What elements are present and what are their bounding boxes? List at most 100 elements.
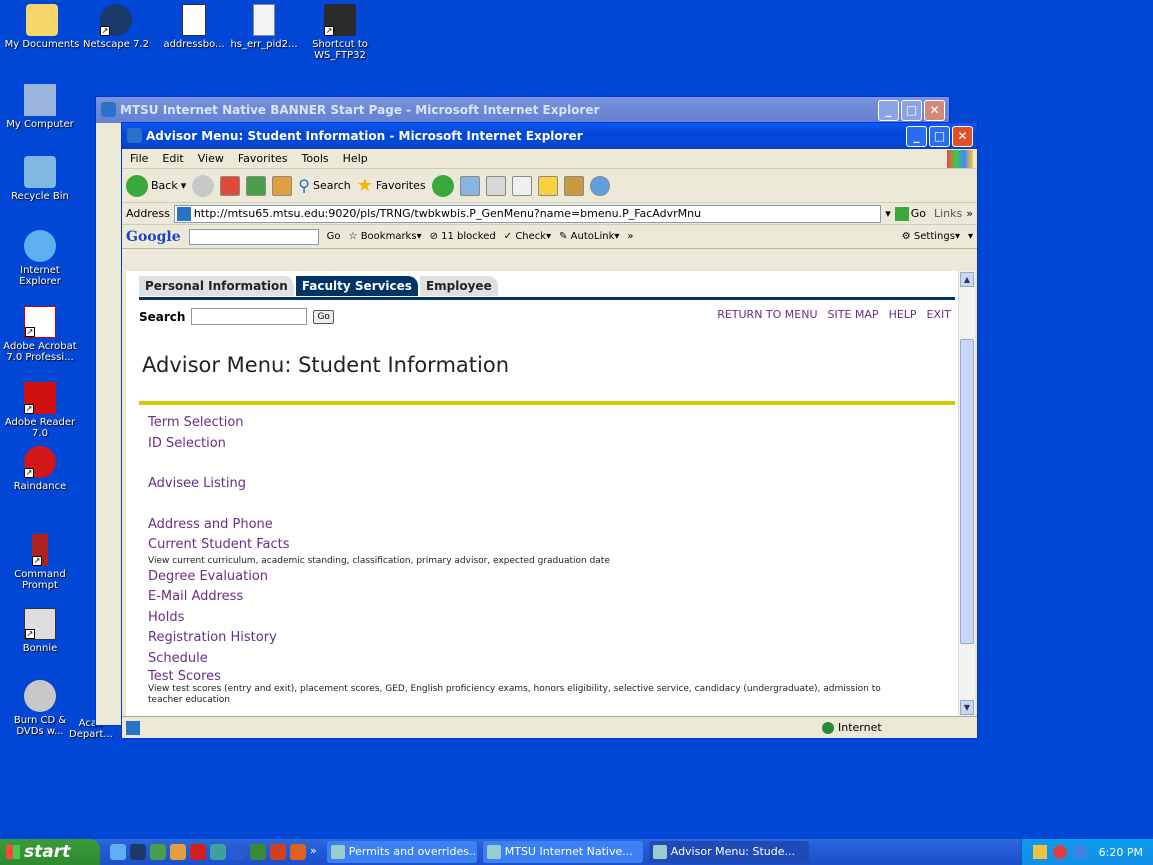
maximize-button[interactable]: □ — [929, 126, 950, 147]
google-bookmarks-button[interactable]: ☆ Bookmarks▾ — [349, 231, 422, 242]
network-tray-icon[interactable] — [1032, 845, 1047, 859]
tab-personal-information[interactable]: Personal Information — [139, 276, 294, 296]
search-input[interactable] — [191, 308, 308, 325]
desktop-icon-recycle-bin[interactable]: Recycle Bin — [0, 156, 80, 202]
browser-window[interactable]: Advisor Menu: Student Information - Micr… — [121, 122, 978, 739]
degree-evaluation-link[interactable]: Degree Evaluation — [148, 567, 908, 588]
menu-tools[interactable]: Tools — [302, 152, 329, 165]
desktop-icon-acrobat[interactable]: ↗ Adobe Acrobat 7.0 Professi... — [0, 306, 80, 363]
research-button[interactable] — [563, 175, 584, 196]
back-window-titlebar[interactable]: MTSU Internet Native BANNER Start Page -… — [96, 97, 949, 123]
word-quicklaunch-icon[interactable] — [230, 844, 246, 860]
start-button[interactable]: start — [0, 839, 100, 865]
window-titlebar[interactable]: Advisor Menu: Student Information - Micr… — [122, 123, 977, 149]
home-button[interactable] — [272, 175, 293, 196]
scrollbar-thumb[interactable] — [960, 339, 974, 644]
menu-favorites[interactable]: Favorites — [238, 152, 288, 165]
task-mtsu-banner[interactable]: MTSU Internet Native... — [482, 841, 643, 863]
help-link[interactable]: HELP — [889, 308, 917, 321]
maximize-button[interactable]: □ — [901, 100, 922, 121]
task-advisor-menu[interactable]: Advisor Menu: Stude... — [648, 841, 809, 863]
id-selection-link[interactable]: ID Selection — [148, 434, 908, 455]
exit-link[interactable]: EXIT — [927, 308, 951, 321]
close-button[interactable]: ✕ — [924, 100, 945, 121]
desktop-icon-ws-ftp[interactable]: ↗ Shortcut to WS_FTP32 — [300, 4, 380, 61]
desktop-icon-addressbook[interactable]: addressbo... — [154, 4, 234, 50]
history-button[interactable] — [431, 174, 454, 197]
desktop-icon-my-documents[interactable]: My Documents — [2, 4, 82, 50]
vertical-scrollbar[interactable]: ▲ ▼ — [958, 271, 975, 716]
scroll-down-button[interactable]: ▼ — [960, 700, 974, 715]
advisee-listing-link[interactable]: Advisee Listing — [148, 474, 908, 495]
go-button[interactable]: Go — [894, 206, 926, 221]
notes-button[interactable] — [537, 175, 558, 196]
mail-button[interactable] — [459, 175, 480, 196]
volume-tray-icon[interactable] — [1052, 845, 1067, 859]
menu-help[interactable]: Help — [343, 152, 368, 165]
email-address-link[interactable]: E-Mail Address — [148, 587, 908, 608]
desktop-icon-bonnie[interactable]: ↗ Bonnie — [0, 608, 80, 654]
divider — [139, 401, 955, 405]
app-tray-icon[interactable] — [1072, 845, 1087, 859]
app-quicklaunch-icon[interactable] — [270, 844, 286, 860]
desktop-icon-netscape[interactable]: ↗ Netscape 7.2 — [76, 4, 156, 50]
links-button[interactable]: Links — [934, 207, 962, 220]
autolink-button[interactable]: ✎ AutoLink▾ — [559, 231, 619, 242]
ie-quicklaunch-icon[interactable] — [110, 844, 126, 860]
desktop-icon-raindance[interactable]: ↗ Raindance — [0, 446, 80, 492]
favorites-button[interactable]: ★ Favorites — [357, 175, 426, 196]
google-go-button[interactable]: Go — [327, 231, 341, 242]
search-go-button[interactable]: Go — [313, 309, 334, 324]
minimize-button[interactable]: _ — [878, 100, 899, 121]
current-student-facts-link[interactable]: Current Student Facts — [148, 535, 908, 556]
refresh-button[interactable] — [246, 175, 267, 196]
powerpoint-quicklaunch-icon[interactable] — [290, 844, 306, 860]
term-selection-link[interactable]: Term Selection — [148, 413, 908, 434]
holds-link[interactable]: Holds — [148, 608, 908, 629]
menu-view[interactable]: View — [198, 152, 224, 165]
desktop-icon-command-prompt[interactable]: ↗ Command Prompt — [0, 534, 80, 591]
search-button[interactable]: ⚲ Search — [298, 176, 351, 195]
chevron-right-icon[interactable]: » — [310, 844, 317, 860]
minimize-button[interactable]: _ — [906, 126, 927, 147]
registration-history-link[interactable]: Registration History — [148, 628, 908, 649]
address-input[interactable]: http://mtsu65.mtsu.edu:9020/pls/TRNG/twb… — [173, 204, 882, 223]
back-button[interactable]: Back ▾ — [126, 174, 186, 197]
netscape-quicklaunch-icon[interactable] — [130, 844, 146, 860]
menu-file[interactable]: File — [130, 152, 148, 165]
chevron-right-icon[interactable]: » — [627, 231, 633, 242]
task-permits[interactable]: Permits and overrides... — [326, 841, 477, 863]
desktop-icon-internet-explorer[interactable]: Internet Explorer — [0, 230, 80, 287]
forward-button[interactable] — [192, 174, 215, 197]
chevron-right-icon[interactable]: » — [966, 207, 973, 220]
app-quicklaunch-icon[interactable] — [190, 844, 206, 860]
google-search-input[interactable] — [188, 228, 319, 245]
popup-blocker-button[interactable]: ⊘ 11 blocked — [430, 231, 496, 242]
tab-faculty-services[interactable]: Faculty Services — [295, 276, 418, 296]
desktop-icon-adobe-reader[interactable]: ↗ Adobe Reader 7.0 — [0, 382, 80, 439]
desktop-icon-my-computer[interactable]: My Computer — [0, 84, 80, 130]
menu-edit[interactable]: Edit — [162, 152, 183, 165]
print-button[interactable] — [485, 175, 506, 196]
messenger-button[interactable] — [589, 175, 610, 196]
app-quicklaunch-icon[interactable] — [250, 844, 266, 860]
stop-button[interactable] — [220, 175, 241, 196]
schedule-link[interactable]: Schedule — [148, 649, 908, 670]
return-to-menu-link[interactable]: RETURN TO MENU — [717, 308, 817, 321]
clock[interactable]: 6:20 PM — [1099, 846, 1143, 859]
address-phone-link[interactable]: Address and Phone — [148, 515, 908, 536]
test-scores-link[interactable]: Test Scores — [148, 669, 908, 684]
spellcheck-button[interactable]: ✓ Check▾ — [504, 231, 551, 242]
app-quicklaunch-icon[interactable] — [170, 844, 186, 860]
desktop-icon-hs-err[interactable]: hs_err_pid2... — [224, 4, 304, 50]
translate-button[interactable]: ▾ — [968, 231, 973, 242]
site-map-link[interactable]: SITE MAP — [828, 308, 879, 321]
settings-button[interactable]: ⚙ Settings▾ — [902, 231, 960, 242]
tab-employee[interactable]: Employee — [419, 276, 498, 296]
scroll-up-button[interactable]: ▲ — [960, 272, 974, 287]
address-dropdown[interactable]: ▾ — [885, 207, 891, 220]
desktop-quicklaunch-icon[interactable] — [150, 844, 166, 860]
close-button[interactable]: ✕ — [952, 126, 973, 147]
edit-button[interactable] — [511, 175, 532, 196]
app-quicklaunch-icon[interactable] — [210, 844, 226, 860]
